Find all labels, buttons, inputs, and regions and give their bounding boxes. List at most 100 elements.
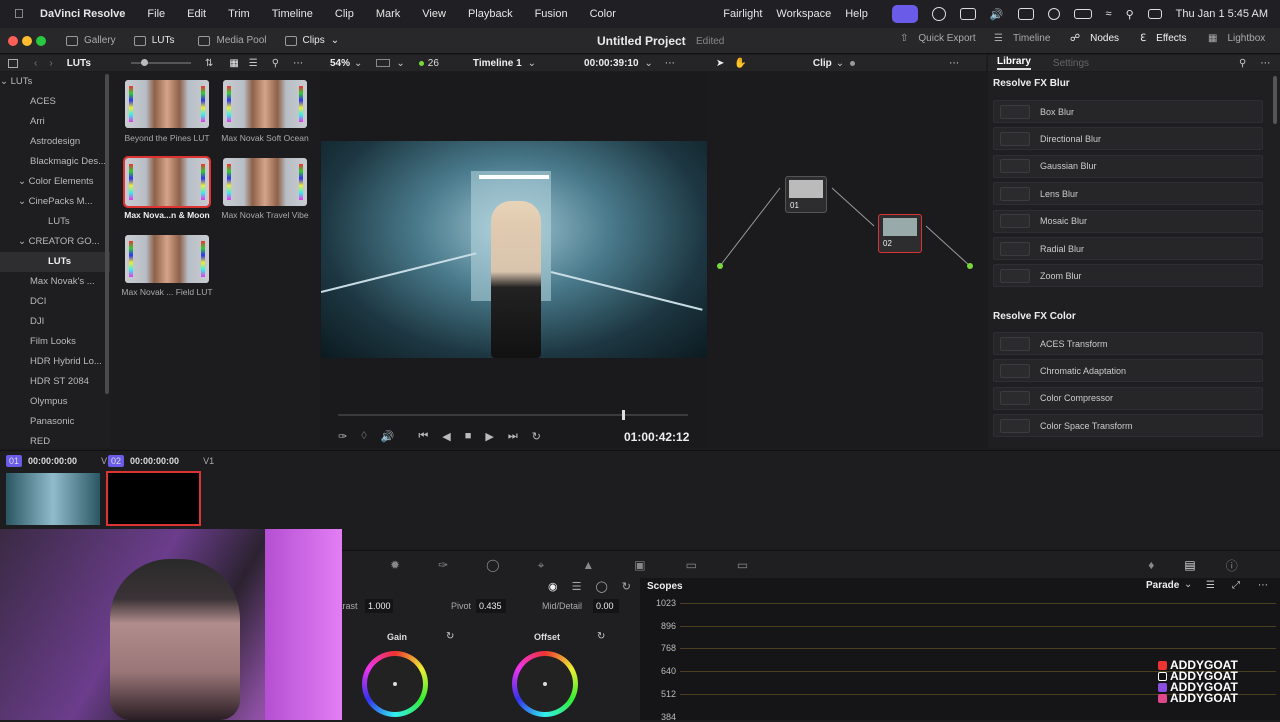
chevron-down-icon[interactable]: ⌄ xyxy=(1184,579,1192,590)
tree-item[interactable]: Panasonic xyxy=(0,412,110,432)
menu-help[interactable]: Help xyxy=(845,8,868,20)
forward-arrow-icon[interactable]: › xyxy=(49,58,52,69)
timeline-toggle-button[interactable]: ☰ Timeline xyxy=(994,33,1050,44)
output-dot[interactable] xyxy=(967,263,973,269)
lightbox-button[interactable]: ▦ Lightbox xyxy=(1208,33,1265,44)
contrast-value[interactable]: 1.000 xyxy=(365,599,393,613)
fx-item[interactable]: Color Compressor xyxy=(993,386,1263,410)
tree-item[interactable]: HDR Hybrid Lo... xyxy=(0,352,110,372)
fx-item[interactable]: ACES Transform xyxy=(993,332,1263,355)
tree-item[interactable]: ⌄ CinePacks M... xyxy=(0,192,110,212)
fx-item[interactable]: Directional Blur xyxy=(993,127,1263,151)
timeline-name[interactable]: Timeline 1 xyxy=(473,58,522,69)
chevron-down-icon[interactable]: ⌄ xyxy=(645,58,653,69)
pivot-value[interactable]: 0.435 xyxy=(476,599,506,613)
mid-detail-value[interactable]: 0.00 xyxy=(593,599,619,613)
scrubber-track[interactable] xyxy=(338,414,688,416)
reset-icon[interactable]: ↻ xyxy=(622,580,631,593)
display-icon[interactable] xyxy=(1017,8,1034,20)
stop-icon[interactable]: ■ xyxy=(465,430,472,442)
chevron-down-icon[interactable]: ⌄ xyxy=(18,176,29,187)
tree-item[interactable]: DCI xyxy=(0,292,110,312)
tree-item[interactable]: Max Novak's ... xyxy=(0,272,110,292)
tree-item[interactable]: Astrodesign xyxy=(0,132,110,152)
3d-icon[interactable]: ▭ xyxy=(737,558,748,572)
more-options-icon[interactable]: ⋯ xyxy=(1260,58,1270,69)
screen-record-icon[interactable] xyxy=(891,5,918,23)
fx-color-header[interactable]: Resolve FX Color xyxy=(993,311,1076,322)
vpn-icon[interactable] xyxy=(959,8,976,20)
lut-thumb-3[interactable] xyxy=(223,158,307,206)
creative-cloud-icon[interactable] xyxy=(931,7,946,21)
apple-icon[interactable]:  xyxy=(14,7,28,21)
tree-item[interactable]: ⌄ CREATOR GO... xyxy=(0,232,110,252)
input-dot[interactable] xyxy=(717,263,723,269)
step-back-icon[interactable]: ◀ xyxy=(442,430,450,443)
tree-item[interactable]: Arri xyxy=(0,112,110,132)
blur-icon[interactable]: ▲ xyxy=(582,558,594,572)
menu-clock[interactable]: Thu Jan 1 5:45 AM xyxy=(1176,8,1268,20)
fx-item[interactable]: Lens Blur xyxy=(993,182,1263,206)
lut-thumb-4[interactable] xyxy=(125,235,209,283)
highlight-icon[interactable]: ◊ xyxy=(361,430,366,442)
node-02[interactable]: 02 xyxy=(878,214,922,253)
close-window-button[interactable] xyxy=(8,35,18,46)
clip-mode-label[interactable]: Clip xyxy=(813,58,832,69)
menu-trim[interactable]: Trim xyxy=(228,8,250,20)
chevron-down-icon[interactable]: ⌄ xyxy=(18,196,29,207)
control-center-icon[interactable] xyxy=(1147,9,1162,19)
luts-button[interactable]: LUTs xyxy=(133,35,174,46)
menu-playback[interactable]: Playback xyxy=(468,8,513,20)
tree-item[interactable]: ⌄ Color Elements xyxy=(0,172,110,192)
menu-file[interactable]: File xyxy=(147,8,165,20)
volume-icon[interactable]: 🔊 xyxy=(381,430,395,443)
menu-app-name[interactable]: DaVinci Resolve xyxy=(40,8,125,20)
qualifier-icon[interactable]: ✑ xyxy=(438,558,448,572)
viewer-mode-icon[interactable] xyxy=(376,59,391,67)
scope-mode-dropdown[interactable]: Parade xyxy=(1146,580,1179,591)
fx-item[interactable]: Radial Blur xyxy=(993,237,1263,260)
sidebar-toggle-icon[interactable] xyxy=(8,58,18,68)
battery-icon[interactable] xyxy=(1073,9,1092,19)
tab-library[interactable]: Library xyxy=(997,56,1031,70)
media-pool-button[interactable]: Media Pool xyxy=(198,35,267,46)
tree-item[interactable]: LUTs xyxy=(0,212,110,232)
clips-button[interactable]: Clips ⌄ xyxy=(284,35,339,46)
scrubber-playhead[interactable] xyxy=(622,410,625,420)
tree-item[interactable]: ⌄ LUTs xyxy=(0,72,110,92)
clip-01-thumb[interactable] xyxy=(6,473,100,525)
node-01[interactable]: 01 xyxy=(785,176,827,213)
lut-thumb-1[interactable] xyxy=(223,80,307,128)
wifi-icon[interactable]: ≈ xyxy=(1106,8,1112,20)
primaries-wheels-icon[interactable]: ◉ xyxy=(548,580,558,593)
keyframe-icon[interactable]: ♦ xyxy=(1148,558,1154,572)
nodes-button[interactable]: ☍ Nodes xyxy=(1070,33,1119,44)
tree-item[interactable]: Blackmagic Des... xyxy=(0,152,110,172)
chevron-down-icon[interactable]: ⌄ xyxy=(396,58,404,69)
tab-settings[interactable]: Settings xyxy=(1053,58,1089,69)
chevron-down-icon[interactable]: ⌄ xyxy=(354,58,362,69)
more-options-icon[interactable]: ⋯ xyxy=(1258,580,1268,591)
fx-item[interactable]: Box Blur xyxy=(993,100,1263,123)
window-icon[interactable]: ◯ xyxy=(486,558,499,572)
viewer-image[interactable] xyxy=(321,141,707,358)
gallery-button[interactable]: Gallery xyxy=(66,35,116,46)
chevron-down-icon[interactable]: ⌄ xyxy=(18,236,29,247)
fx-blur-header[interactable]: Resolve FX Blur xyxy=(993,78,1070,89)
fx-item[interactable]: Mosaic Blur xyxy=(993,209,1263,233)
key-icon[interactable]: ▣ xyxy=(634,558,645,572)
search-effects-icon[interactable]: ⚲ xyxy=(1239,58,1246,69)
more-options-icon[interactable]: ⋯ xyxy=(665,58,675,69)
effects-button[interactable]: ℇ Effects xyxy=(1140,33,1187,44)
log-wheels-icon[interactable]: ◯ xyxy=(595,580,607,593)
more-options-icon[interactable]: ⋯ xyxy=(949,58,959,69)
tree-item[interactable]: RED xyxy=(0,432,110,448)
list-view-icon[interactable]: ☰ xyxy=(249,58,258,69)
back-arrow-icon[interactable]: ‹ xyxy=(34,58,37,69)
gain-wheel[interactable] xyxy=(362,651,428,717)
search-icon[interactable]: ⚲ xyxy=(1126,8,1134,21)
offset-wheel-handle[interactable] xyxy=(543,682,547,686)
menu-color[interactable]: Color xyxy=(590,8,616,20)
menu-timeline[interactable]: Timeline xyxy=(272,8,313,20)
loop-icon[interactable]: ↻ xyxy=(532,430,541,443)
